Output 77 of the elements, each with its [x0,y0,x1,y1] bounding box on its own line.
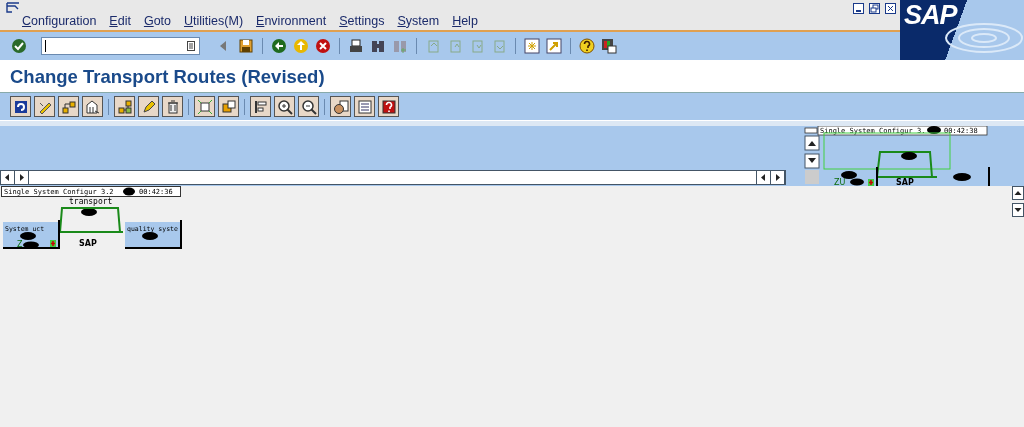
hierarchy-icon [60,98,77,115]
command-field[interactable] [41,37,200,55]
palette-button[interactable] [330,96,351,117]
refresh-icon [12,98,29,115]
menu-item[interactable]: Environment [256,14,327,28]
redaction-mark [123,187,135,196]
client-label: Z [17,240,23,249]
menu-item[interactable]: Edit [109,14,131,28]
menu-item[interactable]: System [397,14,440,28]
menu-item[interactable]: Utilities(M) [184,14,244,28]
building-button[interactable] [82,96,103,117]
zoom-in-icon [276,98,293,115]
navigator-toggle[interactable] [804,127,818,134]
fit-to-screen-icon [196,98,213,115]
network-button[interactable] [114,96,135,117]
redaction-mark [81,208,97,216]
shortcut-icon[interactable] [546,38,562,54]
window-menu-icon[interactable] [6,2,20,13]
help-book-icon [380,98,397,115]
zoom-out-button[interactable] [298,96,319,117]
network-icon [116,98,133,115]
back-icon[interactable] [271,38,287,54]
edit-mode-button[interactable] [34,96,55,117]
enter-icon[interactable] [11,38,27,54]
cancel-icon[interactable] [315,38,331,54]
fit-to-screen-button[interactable] [194,96,215,117]
help-icon[interactable] [579,38,595,54]
swap-button[interactable] [218,96,239,117]
transport-route-drawing [58,207,124,233]
refresh-button[interactable] [10,96,31,117]
client-label: ZU [834,178,846,186]
find-icon[interactable] [370,38,386,54]
menu-item[interactable]: Settings [339,14,385,28]
zoom-out-icon [300,98,317,115]
scroll-down-button[interactable] [1012,203,1024,217]
palette-icon [332,98,349,115]
align-left-button[interactable] [250,96,271,117]
trash-button[interactable] [162,96,183,117]
pencil-icon [140,98,157,115]
help-book-button[interactable] [378,96,399,117]
new-session-icon[interactable] [524,38,540,54]
menu-item[interactable]: Configuration [22,14,97,28]
system-node[interactable] [124,219,183,249]
list-icon [356,98,373,115]
transport-route-drawing [876,151,938,178]
restore-icon[interactable] [869,3,880,14]
print-icon[interactable] [348,38,364,54]
hierarchy-button[interactable] [58,96,79,117]
redaction-mark [927,126,941,134]
zoom-in-button[interactable] [274,96,295,117]
redaction-mark [953,173,971,181]
menu-item[interactable]: Help [452,14,478,28]
align-left-icon [252,98,269,115]
horizontal-scrollbar[interactable] [0,170,786,185]
save-icon[interactable] [238,38,254,54]
history-icon[interactable] [187,41,195,51]
screen-title: Change Transport Routes (Revised) [10,66,325,88]
transport-layer-label: transport [69,197,113,206]
scroll-up-button[interactable] [804,135,820,151]
domain-label: SAP [896,178,914,186]
domain-label: SAP [79,239,97,248]
building-icon [84,98,101,115]
layout-icon[interactable] [601,38,617,54]
star-icon [868,179,874,186]
scroll-corner [805,170,819,184]
menu-item[interactable]: Goto [143,14,172,28]
scroll-up-button[interactable] [1012,186,1024,200]
swap-icon [220,98,237,115]
minimize-icon[interactable] [853,3,864,14]
pencil-button[interactable] [138,96,159,117]
list-button[interactable] [354,96,375,117]
redaction-mark [142,232,158,240]
sap-logo: SAP [904,0,957,31]
scroll-down-button[interactable] [804,153,820,169]
star-icon [50,240,56,247]
redaction-mark [901,152,917,160]
close-icon[interactable] [885,3,896,14]
